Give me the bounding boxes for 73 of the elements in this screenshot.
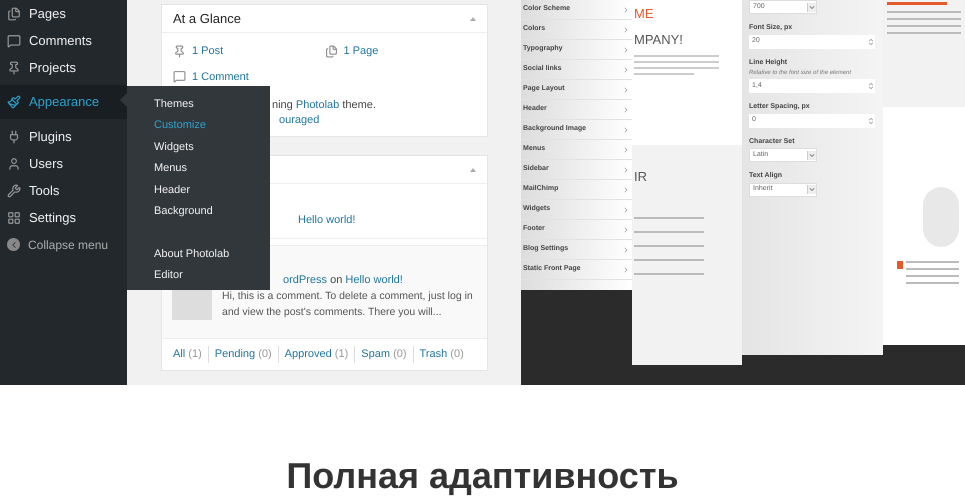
section-heading: Полная адаптивность [286,458,679,494]
nav-menu-item[interactable]: Plugins [0,123,127,150]
submenu-item[interactable]: Header [127,179,270,200]
collapse-icon [7,238,20,251]
nav-menu-item[interactable]: Pages [0,0,127,27]
comment-bubble-icon [7,34,21,48]
nav-menu-item[interactable]: Projects [0,54,127,81]
theme-sentence: ning Photolab theme. [272,98,377,113]
preview-accent-text: ME [634,5,654,23]
collapse-toggle-icon[interactable] [470,168,476,172]
user-icon [7,156,21,170]
submenu-item[interactable]: Editor [127,264,270,286]
settings-icon [7,210,21,224]
chevron-right-icon [622,86,630,94]
submenu-item[interactable]: Customize [127,114,270,136]
pages-icon [7,6,21,20]
comment-bubble-icon [173,70,186,84]
dropdown-icon [807,2,816,12]
submenu-item[interactable]: About Photolab [127,243,270,264]
pin-icon [173,44,186,58]
post-link[interactable]: Hello world! [298,212,356,228]
nav-menu-item[interactable]: Users [0,150,127,177]
stat-link[interactable]: 1 Page [344,43,378,60]
blurred-list-drawing [634,216,704,274]
chevron-right-icon [622,26,630,34]
chevron-right-icon [622,146,630,154]
comment-excerpt: Hi, this is a comment. To delete a comment, just log in and view the post's comments. There you will... [222,289,474,320]
comment-filter-link[interactable]: Pending (0) [208,346,278,363]
submenu-item[interactable]: Background [127,200,270,222]
submenu-item[interactable]: Widgets [127,136,270,158]
blurred-text-drawing [906,261,959,284]
widget-title: At a Glance [173,10,241,28]
chevron-right-icon [622,166,630,174]
comment-meta: ordPress on Hello world! [282,273,404,288]
collapse-menu-button[interactable]: Collapse menu [0,231,127,258]
chevron-right-icon [622,106,630,114]
spinner-icon [867,116,875,124]
chevron-right-icon [622,126,630,134]
chevron-right-icon [622,186,630,194]
preview-title: MPANY! [634,30,684,48]
chevron-right-icon [622,66,630,74]
chevron-right-icon [622,226,630,234]
chevron-right-icon [622,246,630,254]
spinner-icon [867,38,875,46]
blurred-heading-drawing [887,2,947,5]
chevron-right-icon [622,206,630,214]
nav-menu-item[interactable]: Comments [0,27,127,54]
dropdown-icon [807,150,816,160]
wrench-icon [7,184,21,198]
chevron-right-icon [622,46,630,54]
quote-mark-icon [897,261,903,269]
spinner-icon [867,82,875,90]
comment-filter-link[interactable]: Approved (1) [278,346,354,363]
preview-section-title: IR [634,168,648,186]
collapse-toggle-icon[interactable] [470,16,476,20]
comment-filter-link[interactable]: Spam (0) [354,346,413,363]
submenu-item[interactable]: Themes [127,93,270,114]
chevron-right-icon [622,6,630,14]
nav-menu-item[interactable]: Tools [0,177,127,204]
dropdown-icon [807,185,816,194]
nav-menu-item[interactable]: Appearance [0,85,127,119]
comment-filter-link[interactable]: All (1) [173,346,208,363]
stat-link[interactable]: 1 Comment [192,68,249,85]
submenu-item[interactable]: Menus [127,158,270,179]
paintbrush-icon [7,95,21,109]
stat-link[interactable]: 1 Post [192,43,224,60]
pin-icon [7,60,21,74]
chevron-right-icon [622,266,630,274]
pages-icon [324,44,338,58]
plug-icon [7,130,21,144]
discouraged-link[interactable]: ouraged [272,113,487,128]
nav-menu-item[interactable]: Settings [0,204,127,231]
comment-filter-link[interactable]: Trash (0) [412,346,470,363]
